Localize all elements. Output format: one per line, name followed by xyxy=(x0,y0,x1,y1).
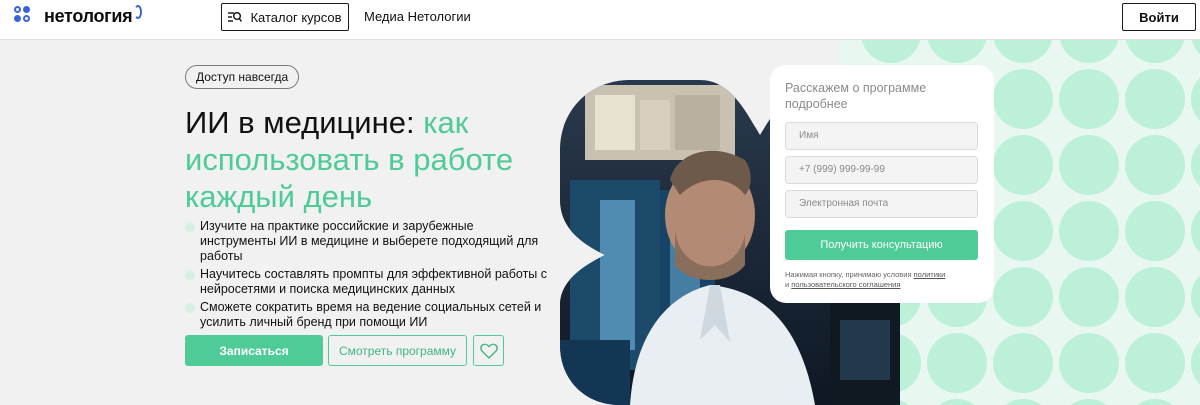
bullet-dot-icon xyxy=(185,222,195,232)
consent-prefix: Нажимая кнопку, принимаю условия xyxy=(785,270,914,279)
catalog-search-icon xyxy=(228,12,243,22)
benefit-text: Изучите на практике российские и зарубеж… xyxy=(200,219,539,263)
logo-icon xyxy=(14,4,40,28)
catalog-button[interactable]: Каталог курсов xyxy=(221,3,349,31)
login-button[interactable]: Войти xyxy=(1122,3,1196,31)
access-forever-badge: Доступ навсегда xyxy=(185,65,300,89)
list-item: Изучите на практике российские и зарубеж… xyxy=(185,219,550,264)
name-field[interactable]: Имя xyxy=(785,122,978,150)
phone-field[interactable]: +7 (999) 999-99-99 xyxy=(785,156,978,184)
form-title: Расскажем о программе подробнее xyxy=(785,81,927,111)
consent-text: Нажимая кнопку, принимаю условия политик… xyxy=(785,270,980,290)
policy-link[interactable]: политики xyxy=(914,270,946,279)
bullet-dot-icon xyxy=(185,270,195,280)
user-agreement-link[interactable]: пользовательского соглашения xyxy=(791,280,900,289)
top-header: нетология Каталог курсов Медиа Нетологии… xyxy=(0,0,1200,40)
heart-icon xyxy=(479,343,498,359)
logo[interactable]: нетология xyxy=(14,4,143,28)
logo-text: нетология xyxy=(44,5,133,26)
favorite-button[interactable] xyxy=(473,335,504,366)
consultation-form: Расскажем о программе подробнее Имя +7 (… xyxy=(770,65,994,303)
title-dark: ИИ в медицине: xyxy=(185,105,424,140)
email-field[interactable]: Электронная почта xyxy=(785,190,978,218)
benefit-text: Сможете сократить время на ведение социа… xyxy=(200,300,542,329)
enroll-button[interactable]: Записаться xyxy=(185,335,323,366)
list-item: Сможете сократить время на ведение социа… xyxy=(185,300,550,330)
view-program-button[interactable]: Смотреть программу xyxy=(328,335,467,366)
benefit-text: Научитесь составлять промпты для эффекти… xyxy=(200,267,547,296)
logo-tail-icon xyxy=(134,5,143,19)
media-link[interactable]: Медиа Нетологии xyxy=(364,9,471,24)
list-item: Научитесь составлять промпты для эффекти… xyxy=(185,267,550,297)
catalog-label: Каталог курсов xyxy=(250,9,342,25)
page-title: ИИ в медицине: как использовать в работе… xyxy=(185,104,545,215)
bullet-dot-icon xyxy=(185,303,195,313)
benefits-list: Изучите на практике российские и зарубеж… xyxy=(185,219,550,333)
get-consultation-button[interactable]: Получить консультацию xyxy=(785,230,978,260)
